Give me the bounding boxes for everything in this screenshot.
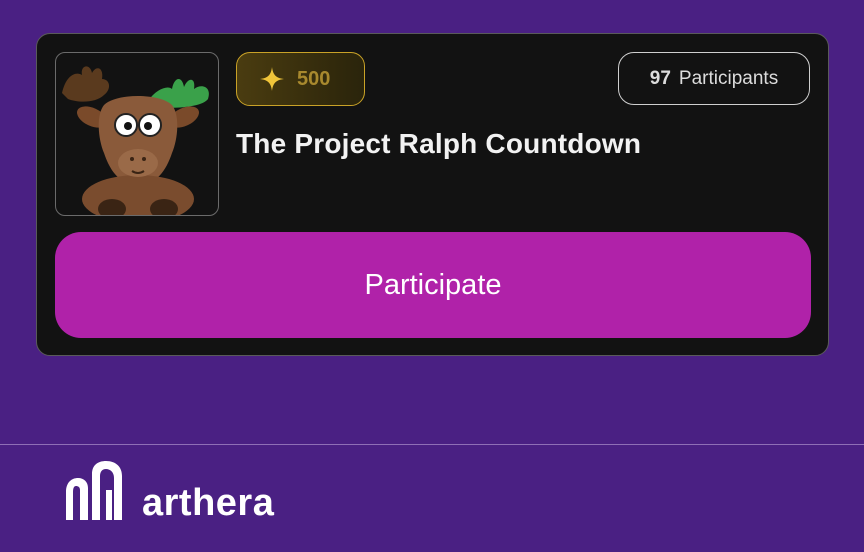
points-value: 500 (297, 67, 331, 90)
campaign-thumbnail (55, 52, 219, 216)
participants-label: Participants (678, 67, 779, 89)
moose-icon (62, 66, 209, 215)
footer-divider (0, 444, 864, 445)
participants-badge: 97 Participants (618, 52, 810, 105)
participate-button[interactable]: Participate (55, 232, 811, 338)
campaign-title: The Project Ralph Countdown (236, 128, 642, 159)
points-badge: 500 (236, 52, 365, 106)
footer-brand[interactable]: arthera (62, 460, 274, 522)
page: 500 97 Participants The Project Ralph Co… (0, 0, 864, 552)
brand-name: arthera (142, 482, 275, 524)
participants-count: 97 (649, 67, 671, 89)
sparkle-icon (260, 67, 284, 91)
arthera-logo-mark-icon (66, 461, 122, 520)
campaign-card: 500 97 Participants The Project Ralph Co… (36, 33, 829, 356)
